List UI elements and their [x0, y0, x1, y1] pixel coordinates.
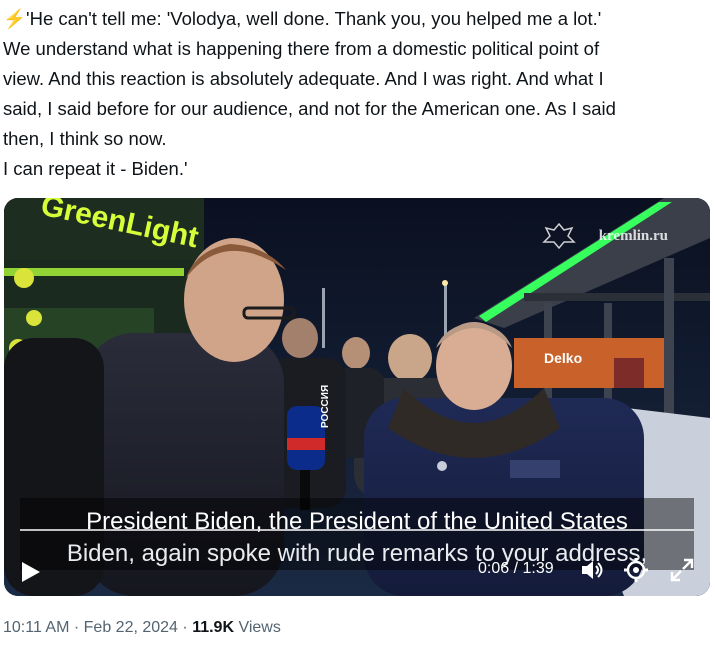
views-label: Views — [238, 619, 281, 636]
tweet-line-6: I can repeat it - Biden.' — [3, 158, 188, 179]
volume-icon[interactable] — [578, 556, 606, 584]
gear-icon[interactable] — [622, 556, 650, 584]
play-icon[interactable] — [22, 562, 40, 582]
views-count[interactable]: 11.9K — [192, 619, 234, 636]
tweet-date[interactable]: Feb 22, 2024 — [84, 619, 178, 636]
tweet-line-1-text: 'He can't tell me: 'Volodya, well done. … — [26, 8, 602, 29]
tweet-line-2: We understand what is happening there fr… — [3, 38, 600, 59]
subtitle-line-1: President Biden, the President of the Un… — [86, 508, 628, 535]
tweet-meta: 10:11 AM · Feb 22, 2024 · 11.9K Views — [3, 619, 281, 637]
tweet-time[interactable]: 10:11 AM — [3, 619, 69, 636]
tweet-text: ⚡'He can't tell me: 'Volodya, well done.… — [3, 4, 708, 184]
watermark: kremlin.ru — [598, 228, 668, 244]
tweet-line-4: said, I said before for our audience, an… — [3, 98, 616, 119]
video-controls: 0:06 / 1:39 — [4, 536, 710, 596]
delko-sign: Delko — [544, 350, 582, 366]
lightning-icon: ⚡ — [3, 8, 27, 29]
video-time: 0:06 / 1:39 — [478, 560, 554, 577]
emblem-icon — [542, 222, 576, 250]
meta-separator-2: · — [182, 619, 188, 636]
fullscreen-icon[interactable] — [668, 556, 696, 584]
tweet-line-3: view. And this reaction is absolutely ad… — [3, 68, 604, 89]
tweet-line-5: then, I think so now. — [3, 128, 167, 149]
video-player[interactable]: GreenLight Delko РОССИЯ kremlin.ru Presi… — [4, 198, 710, 596]
tweet-line-1: ⚡'He can't tell me: 'Volodya, well done.… — [3, 4, 708, 34]
mic-flag-label: РОССИЯ — [320, 385, 331, 428]
meta-separator-1: · — [73, 619, 80, 636]
